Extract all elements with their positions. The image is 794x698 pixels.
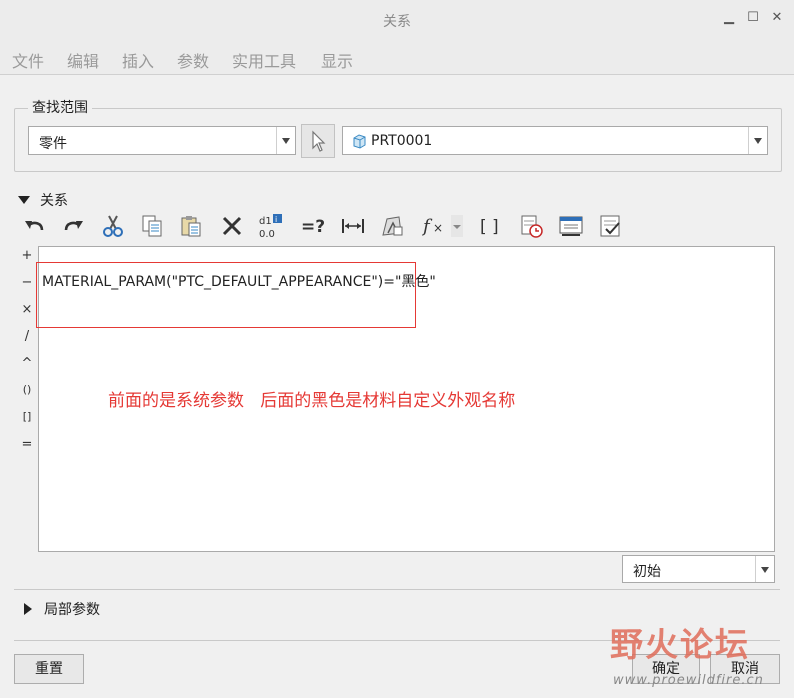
evaluate-icon[interactable]: =? bbox=[298, 211, 328, 241]
operator-parentheses[interactable]: () bbox=[18, 383, 36, 396]
select-model-button[interactable] bbox=[301, 124, 335, 158]
close-icon[interactable]: ✕ bbox=[770, 10, 784, 25]
brackets-icon[interactable]: [ ] bbox=[475, 211, 505, 241]
delete-icon[interactable] bbox=[217, 211, 247, 241]
display-filter-value: 初始 bbox=[633, 564, 661, 580]
menu-bar: 文件 编辑 插入 参数 实用工具 显示 bbox=[0, 40, 794, 75]
export-icon[interactable] bbox=[596, 211, 626, 241]
search-scope-label: 查找范围 bbox=[28, 97, 92, 117]
expand-triangle-icon bbox=[24, 603, 32, 615]
import-icon[interactable] bbox=[556, 211, 586, 241]
highlight-box bbox=[36, 262, 416, 328]
relations-label: 关系 bbox=[40, 193, 68, 209]
minimize-icon[interactable]: ▁ bbox=[722, 10, 736, 25]
menu-edit[interactable]: 编辑 bbox=[67, 48, 99, 72]
svg-text:i: i bbox=[275, 215, 277, 224]
measure-icon[interactable] bbox=[338, 211, 368, 241]
verify-icon[interactable] bbox=[516, 211, 546, 241]
cut-icon[interactable] bbox=[98, 211, 128, 241]
scope-type-select[interactable]: 零件 bbox=[28, 126, 296, 155]
separator bbox=[14, 589, 780, 590]
cursor-arrow-icon bbox=[312, 130, 326, 152]
operator-brackets[interactable]: [] bbox=[18, 410, 36, 423]
function-icon[interactable]: f × bbox=[420, 211, 450, 241]
chevron-down-icon[interactable] bbox=[276, 127, 295, 154]
part-cube-icon bbox=[353, 134, 366, 149]
copy-icon[interactable] bbox=[137, 211, 167, 241]
toggle-display-icon[interactable]: d1 0.0 i bbox=[256, 211, 286, 241]
svg-text:×: × bbox=[433, 221, 443, 235]
chevron-down-icon[interactable] bbox=[748, 127, 767, 154]
chevron-down-icon[interactable] bbox=[755, 556, 774, 582]
annotation-text: 前面的是系统参数 后面的黑色是材料自定义外观名称 bbox=[108, 391, 516, 411]
sort-relations-icon[interactable] bbox=[377, 211, 407, 241]
svg-text:[ ]: [ ] bbox=[480, 217, 499, 237]
watermark-url: www.proewildfire.cn bbox=[613, 673, 764, 688]
operator-multiply[interactable]: × bbox=[18, 302, 36, 317]
svg-text:d1: d1 bbox=[259, 216, 272, 227]
undo-icon[interactable] bbox=[20, 211, 50, 241]
operator-plus[interactable]: + bbox=[18, 248, 36, 263]
local-params-label: 局部参数 bbox=[44, 602, 100, 618]
paste-icon[interactable] bbox=[176, 211, 206, 241]
model-value: PRT0001 bbox=[371, 133, 433, 149]
watermark-logo-text: 野火论坛 bbox=[610, 625, 750, 664]
menu-parameters[interactable]: 参数 bbox=[177, 48, 209, 72]
operator-equals[interactable]: = bbox=[18, 437, 36, 452]
operator-minus[interactable]: − bbox=[18, 275, 36, 290]
window-title: 关系 bbox=[383, 14, 411, 30]
relations-section-toggle[interactable]: 关系 bbox=[18, 190, 68, 210]
menu-display[interactable]: 显示 bbox=[321, 48, 353, 72]
function-dropdown-icon[interactable] bbox=[450, 211, 464, 241]
operator-divide[interactable]: / bbox=[18, 329, 36, 344]
menu-utilities[interactable]: 实用工具 bbox=[232, 48, 296, 72]
svg-text:f: f bbox=[422, 216, 433, 237]
collapse-triangle-icon bbox=[18, 196, 30, 204]
title-bar: 关系 ▁ ☐ ✕ bbox=[0, 0, 794, 40]
scope-type-value: 零件 bbox=[39, 136, 67, 152]
display-filter-select[interactable]: 初始 bbox=[622, 555, 775, 583]
relations-toolbar: d1 0.0 i =? f × [ ] bbox=[20, 211, 640, 245]
operator-power[interactable]: ^ bbox=[18, 356, 36, 371]
maximize-icon[interactable]: ☐ bbox=[746, 10, 760, 25]
watermark-logo: 野火论坛 www.proewildfire.cn bbox=[610, 618, 790, 696]
local-params-toggle[interactable]: 局部参数 bbox=[18, 599, 100, 619]
menu-insert[interactable]: 插入 bbox=[122, 48, 154, 72]
svg-text:=?: =? bbox=[301, 217, 325, 237]
svg-text:0.0: 0.0 bbox=[259, 229, 275, 240]
menu-file[interactable]: 文件 bbox=[12, 48, 44, 72]
redo-icon[interactable] bbox=[58, 211, 88, 241]
reset-button[interactable]: 重置 bbox=[14, 654, 84, 684]
model-select[interactable]: PRT0001 bbox=[342, 126, 768, 155]
